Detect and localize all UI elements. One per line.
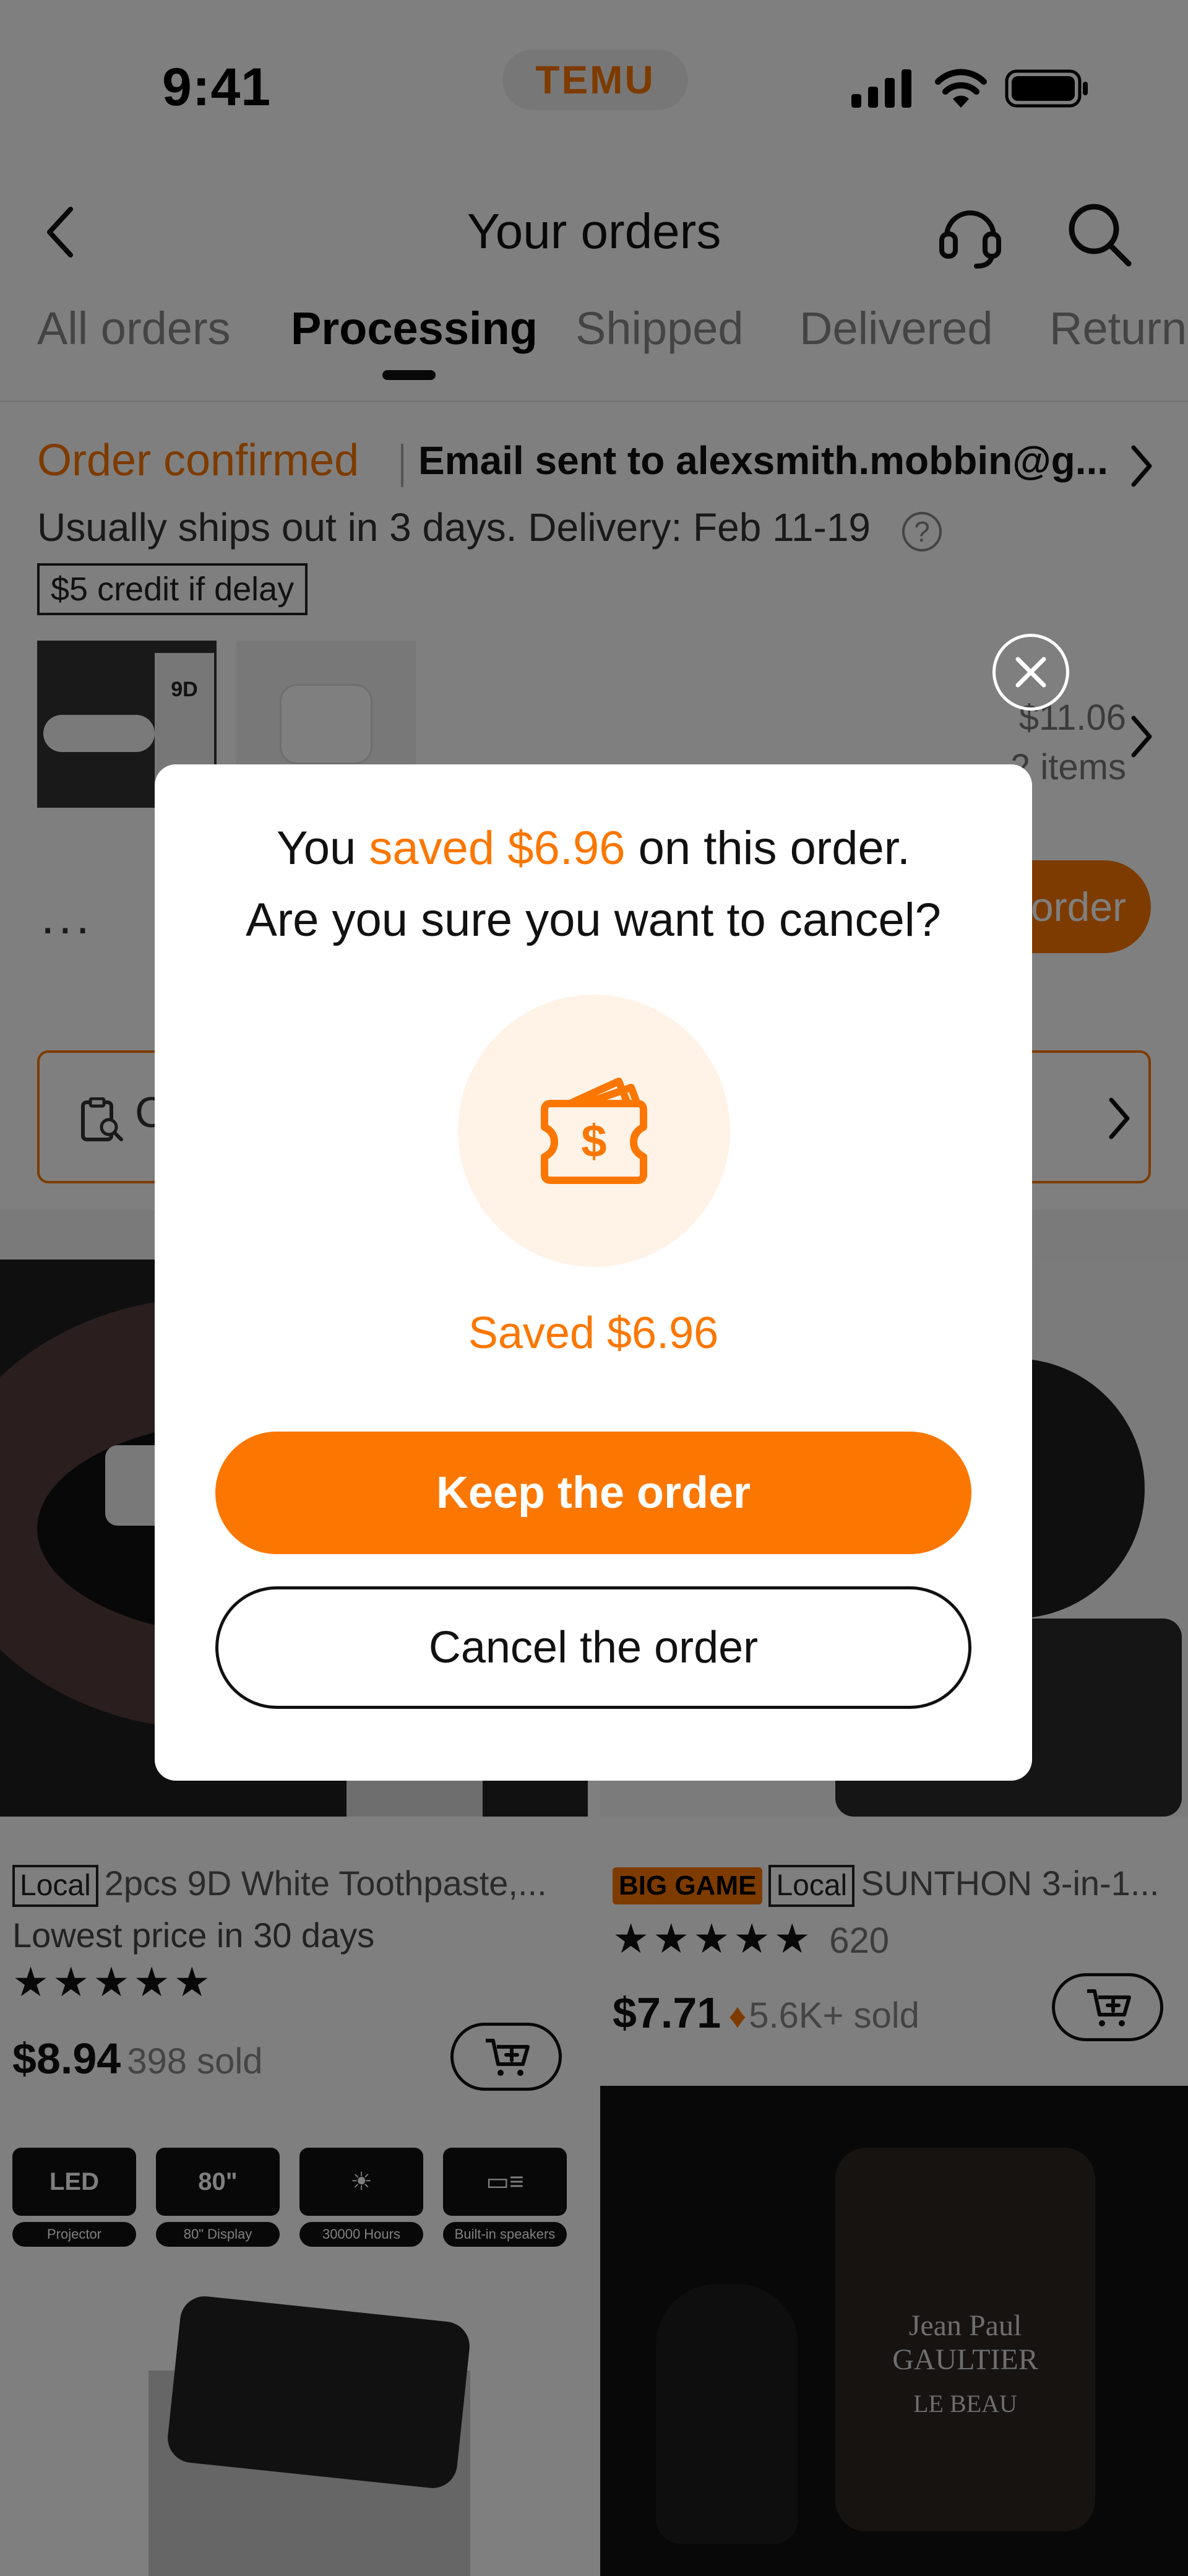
close-icon (1015, 657, 1046, 688)
saved-amount: Saved $6.96 (468, 1308, 719, 1358)
app-root: 9:41 TEMU Your orders (0, 0, 1188, 2576)
dialog-question: Are you sure you want to cancel? (246, 894, 941, 946)
wallet-dollar-icon: $ (541, 1078, 647, 1184)
headline-prefix: You (277, 822, 369, 875)
svg-text:$: $ (581, 1115, 606, 1167)
keep-order-button[interactable]: Keep the order (215, 1432, 971, 1554)
modal-close-button[interactable] (992, 634, 1069, 711)
savings-highlight: saved $6.96 (369, 822, 626, 875)
headline-suffix: on this order. (625, 822, 910, 875)
cancel-confirmation-dialog: You saved $6.96 on this order. Are you s… (155, 764, 1032, 1781)
wallet-illustration: $ (458, 995, 730, 1267)
cancel-order-button[interactable]: Cancel the order (215, 1586, 971, 1709)
dialog-headline: You saved $6.96 on this order. (155, 821, 1032, 875)
